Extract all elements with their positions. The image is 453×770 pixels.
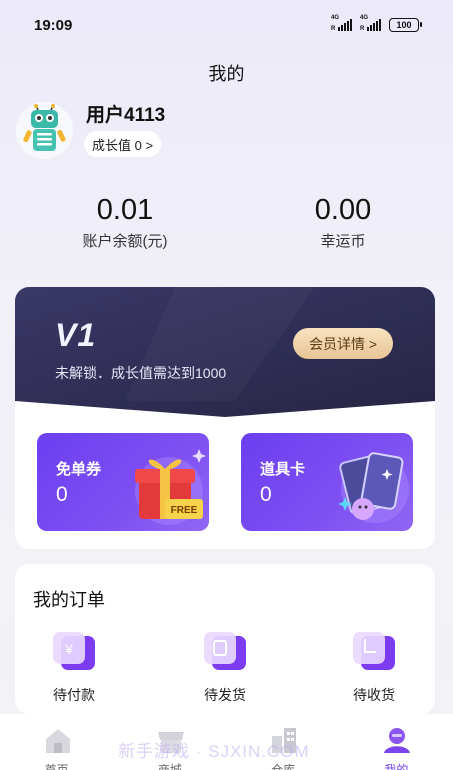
status-bar: 19:09 4G R 4G R 100	[0, 0, 453, 50]
coupon-count: 0	[260, 483, 272, 506]
receipt-pending-icon	[353, 632, 395, 670]
member-details-button[interactable]: 会员详情 >	[293, 328, 393, 359]
gift-box-icon: FREE	[135, 449, 206, 525]
signal-icon: 4G R	[331, 15, 352, 32]
page-title: 我的	[208, 64, 245, 84]
order-label: 待付款	[53, 687, 95, 703]
payment-pending-icon: ¥	[53, 632, 95, 670]
coupon-count: 0	[56, 483, 68, 506]
vip-unlock-description: 未解锁．成长值需达到1000	[55, 365, 227, 381]
tab-label: 首页	[44, 763, 69, 770]
tab-label: 仓库	[271, 763, 296, 770]
balance-value: 0.01	[96, 194, 154, 226]
svg-text:¥: ¥	[64, 641, 73, 657]
watermark: 新手游戏 · SJXIN.COM	[118, 742, 310, 761]
lucky-coin-label: 幸运币	[320, 233, 366, 250]
magic-cards-icon	[338, 452, 409, 523]
order-pending-receipt[interactable]: 待收货	[329, 630, 419, 705]
order-label: 待发货	[204, 687, 246, 703]
shipping-pending-icon	[204, 632, 246, 670]
network-type-1: 4G	[331, 15, 340, 21]
status-time: 19:09	[34, 16, 73, 34]
profile-icon	[384, 728, 411, 753]
my-orders-card: 我的订单 ¥ 待付款 待发货 待收货	[15, 564, 435, 714]
lucky-coin-value: 0.00	[314, 194, 372, 226]
order-pending-payment[interactable]: ¥ 待付款	[29, 630, 119, 705]
avatar[interactable]	[16, 102, 73, 159]
order-label: 待收货	[353, 687, 395, 703]
network-type-2: 4G	[360, 15, 369, 21]
lucky-coin-stat[interactable]: 0.00 幸运币	[243, 192, 443, 251]
tab-label: 商城	[157, 763, 182, 770]
balance-stat[interactable]: 0.01 账户余额(元)	[25, 192, 225, 251]
tab-home[interactable]: 首页	[7, 714, 107, 770]
balance-label: 账户余额(元)	[82, 233, 168, 250]
coupon-title: 免单券	[56, 461, 102, 478]
coupon-title: 道具卡	[260, 461, 306, 478]
username: 用户4113	[86, 105, 166, 126]
robot-avatar-icon	[16, 102, 73, 159]
signal-icon: 4G R	[360, 15, 381, 32]
tab-profile[interactable]: 我的	[346, 714, 446, 770]
prop-card-coupon[interactable]: 道具卡 0	[241, 433, 413, 531]
status-indicators: 4G R 4G R 100	[331, 15, 422, 32]
home-icon	[45, 729, 70, 753]
free-badge: FREE	[171, 505, 198, 516]
vip-level: V1	[55, 317, 97, 353]
free-order-coupon[interactable]: 免单券 0 FREE	[37, 433, 209, 531]
battery-icon: 100	[389, 18, 422, 32]
vip-card: V1 未解锁．成长值需达到1000 会员详情 > 免单券 0 FREE 道具卡 …	[15, 287, 435, 549]
orders-title: 我的订单	[33, 590, 105, 610]
order-pending-shipment[interactable]: 待发货	[180, 630, 270, 705]
growth-value-button[interactable]: 成长值 0 >	[84, 131, 162, 157]
tab-label: 我的	[384, 763, 409, 770]
